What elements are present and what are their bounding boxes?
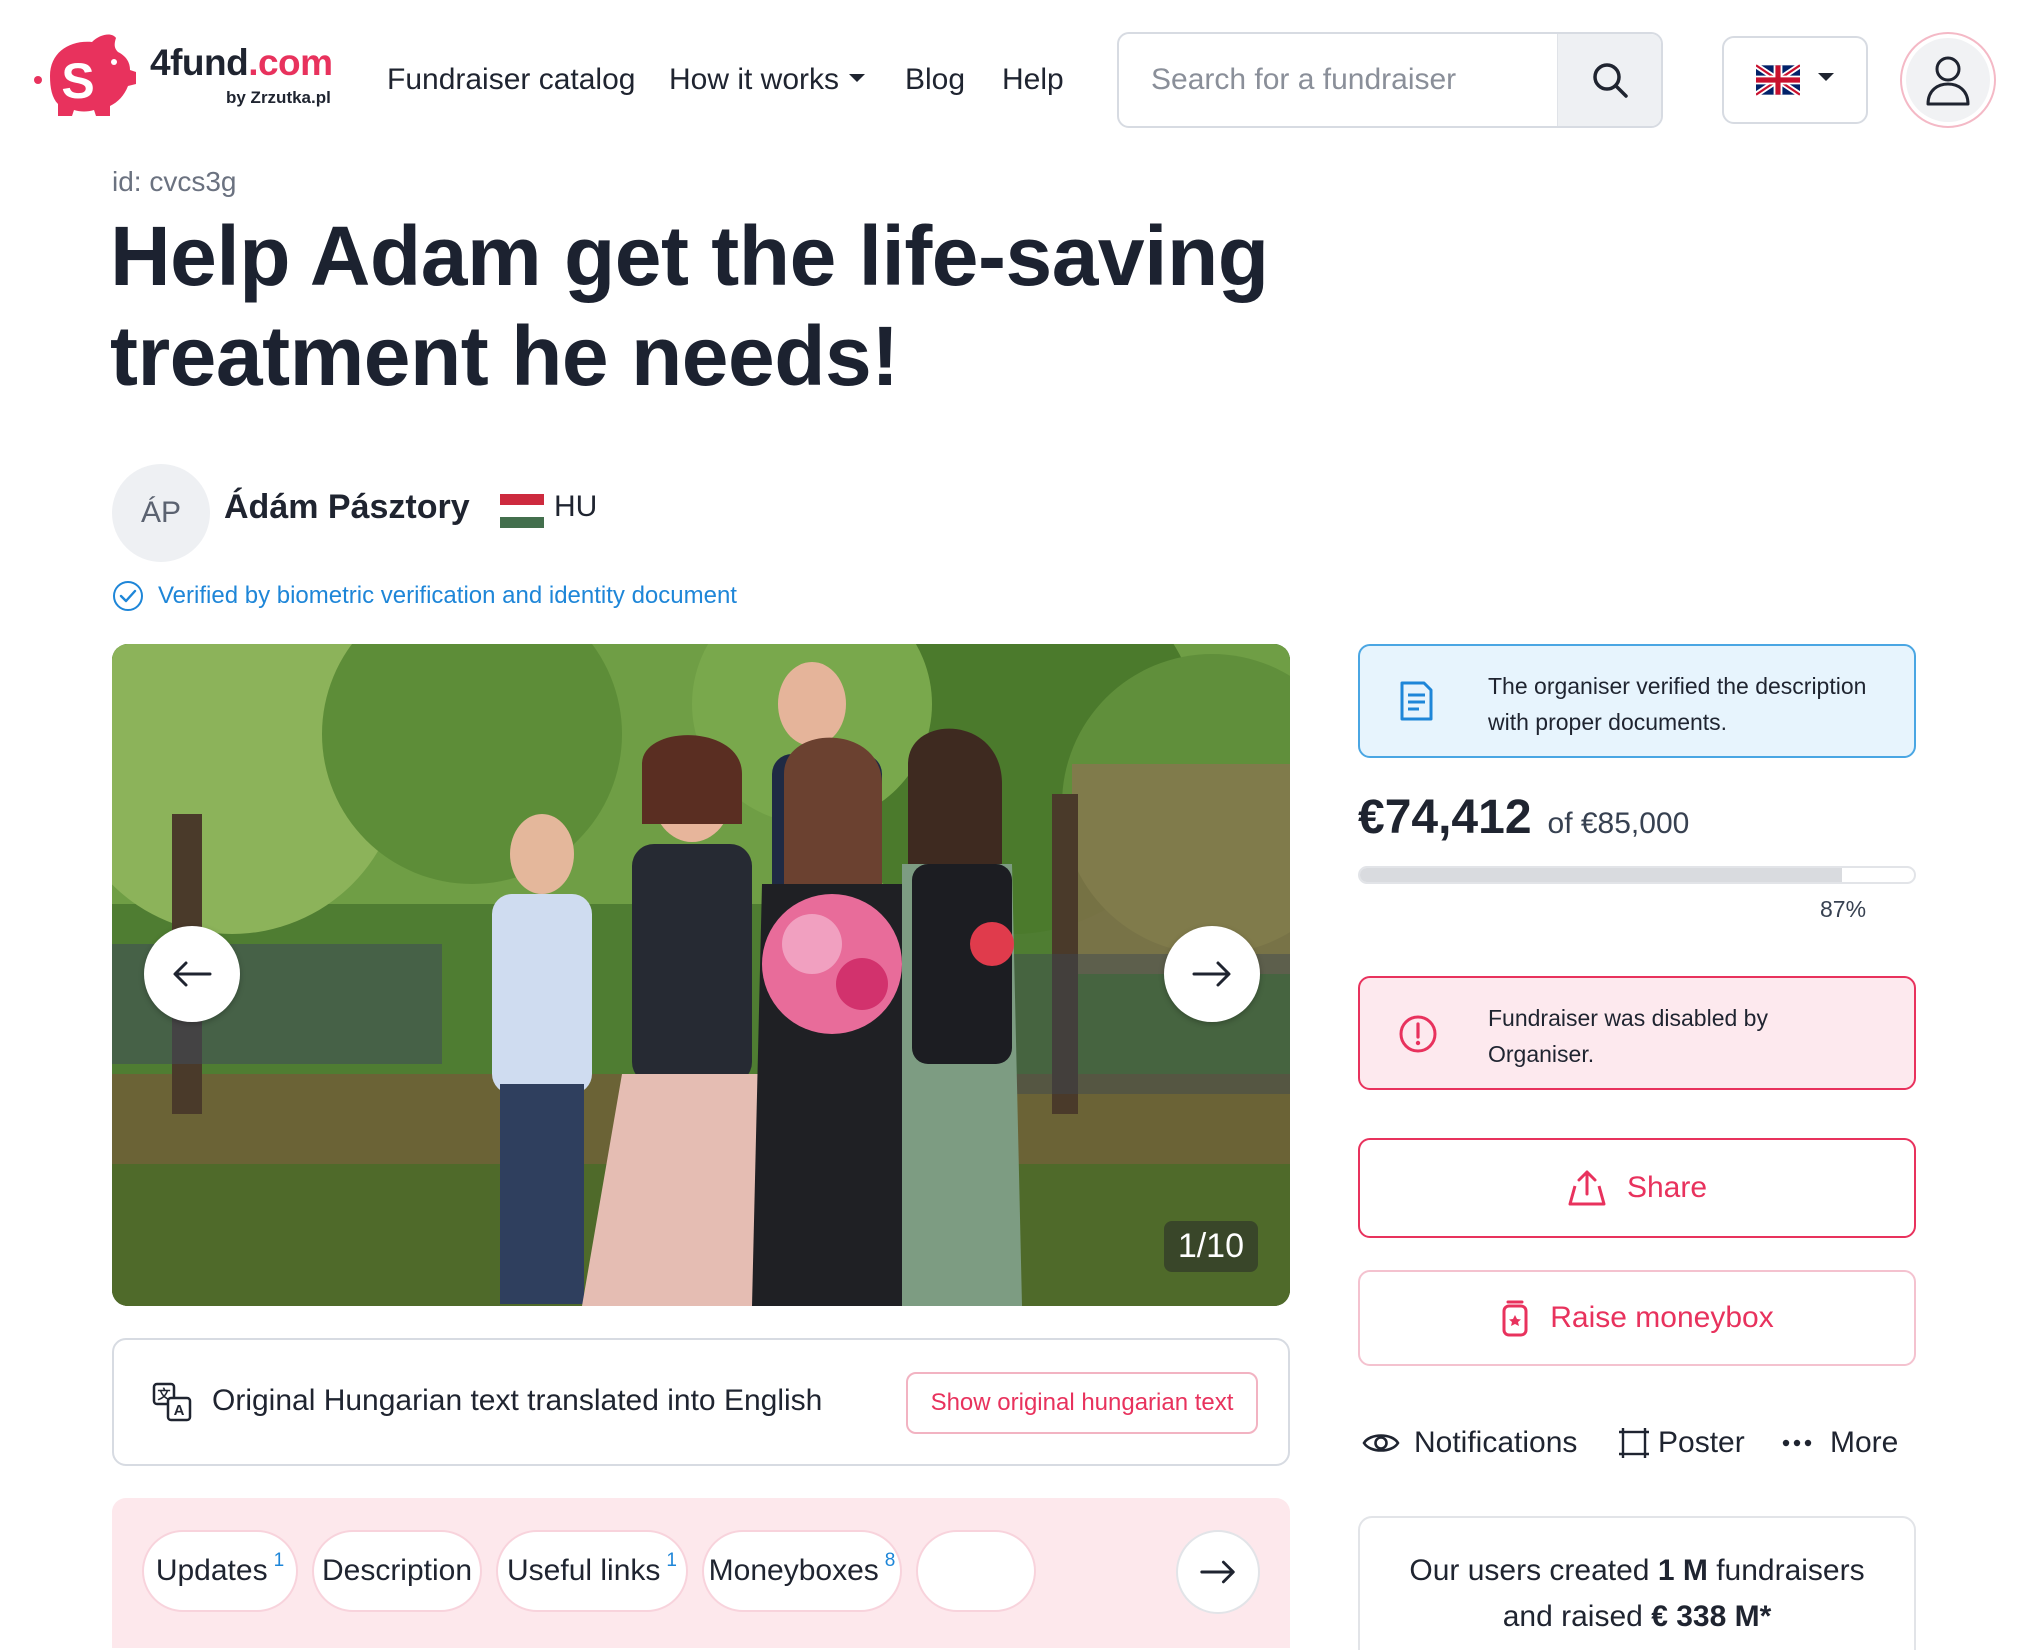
stats-line-2: and raised € 338 M* <box>1502 1600 1772 1633</box>
tab-moneyboxes[interactable]: Moneyboxes 8 <box>702 1530 902 1612</box>
check-circle-icon <box>113 581 143 611</box>
tab-count: 1 <box>666 1550 677 1571</box>
search-input[interactable] <box>1119 34 1559 126</box>
account-button[interactable] <box>1900 32 1996 128</box>
tab-updates[interactable]: Updates 1 <box>142 1530 298 1612</box>
site-header: S 4fund.com by Zrzutka.pl Fundraiser cat… <box>0 0 2018 160</box>
gallery-prev-button[interactable] <box>144 926 240 1022</box>
more-dots-icon <box>1782 1439 1812 1447</box>
moneybox-label: Raise moneybox <box>1550 1301 1774 1334</box>
gallery-next-button[interactable] <box>1164 926 1260 1022</box>
poster-label: Poster <box>1658 1426 1745 1459</box>
document-icon <box>1400 681 1433 721</box>
uk-flag-icon <box>1756 64 1800 96</box>
notifications-label: Notifications <box>1414 1426 1578 1459</box>
avatar[interactable]: ÁP <box>112 464 210 562</box>
show-original-button[interactable]: Show original hungarian text <box>906 1372 1258 1434</box>
user-icon <box>1926 56 1970 106</box>
search-icon <box>1592 63 1628 98</box>
tab-label: Useful links <box>507 1554 661 1587</box>
disabled-notice: Fundraiser was disabled by Organiser. <box>1358 976 1916 1090</box>
logo-link[interactable]: S 4fund.com by Zrzutka.pl <box>30 30 350 120</box>
verification-note: Verified by biometric verification and i… <box>112 578 737 614</box>
translation-bar: 文 A Original Hungarian text translated i… <box>112 1338 1290 1466</box>
poster-button[interactable]: Poster <box>1618 1418 1745 1468</box>
hungary-flag-icon <box>500 494 544 528</box>
tab-count: 8 <box>884 1550 896 1571</box>
raised-summary: €74,412 of €85,000 <box>1358 790 1689 850</box>
tab-useful-links[interactable]: Useful links 1 <box>496 1530 688 1612</box>
nav-blog[interactable]: Blog <box>905 58 965 102</box>
poster-icon <box>1619 1428 1649 1458</box>
secondary-actions: Notifications Poster More <box>1362 1418 1918 1468</box>
svg-text:A: A <box>174 1402 185 1419</box>
eye-icon <box>1362 1434 1400 1452</box>
documents-notice: The organiser verified the description w… <box>1358 644 1916 758</box>
moneybox-icon <box>1502 1300 1528 1337</box>
avatar-circle <box>1906 38 1990 122</box>
logo-byline: by Zrzutka.pl <box>226 88 331 107</box>
translation-text: Original Hungarian text translated into … <box>212 1384 823 1417</box>
tab-description[interactable]: Description <box>312 1530 482 1612</box>
tabs-next-button[interactable] <box>1176 1530 1260 1614</box>
search-button[interactable] <box>1557 34 1661 126</box>
tab-label: Updates <box>155 1554 268 1587</box>
nav-help[interactable]: Help <box>1002 58 1064 102</box>
goal-amount: of €85,000 <box>1547 807 1690 840</box>
platform-stats: Our users created 1 M fundraisers and ra… <box>1358 1516 1916 1650</box>
arrow-left-icon <box>173 961 212 987</box>
progress-fill <box>1360 868 1842 882</box>
progress-bar <box>1358 866 1916 884</box>
nav-how-it-works-label: How it works <box>669 63 840 96</box>
translate-icon: 文 A <box>152 1382 192 1422</box>
logo-wordmark: 4fund.com <box>150 42 333 83</box>
share-button[interactable]: Share <box>1358 1138 1916 1238</box>
fundraiser-photo <box>112 644 1290 1306</box>
nav-fundraiser-catalog[interactable]: Fundraiser catalog <box>387 58 635 102</box>
arrow-right-icon <box>1200 1560 1235 1584</box>
photo-gallery[interactable]: 1/10 <box>112 644 1290 1306</box>
alert-circle-icon <box>1399 1015 1437 1053</box>
stats-line-1: Our users created 1 M fundraisers <box>1409 1554 1865 1587</box>
page-title: Help Adam get the life-saving treatment … <box>110 209 1269 403</box>
chevron-down-icon <box>849 74 866 83</box>
more-button[interactable]: More <box>1782 1418 1898 1468</box>
disabled-notice-text: Fundraiser was disabled by Organiser. <box>1488 1005 1768 1067</box>
nav-how-it-works[interactable]: How it works <box>669 58 866 102</box>
language-selector[interactable] <box>1722 36 1868 124</box>
progress-percent: 87% <box>1820 896 1867 922</box>
gallery-counter: 1/10 <box>1163 1221 1258 1272</box>
tab-partial[interactable] <box>916 1530 1036 1612</box>
content-tabs: Updates 1 Description Useful links 1 Money… <box>112 1498 1290 1648</box>
raise-moneybox-button[interactable]: Raise moneybox <box>1358 1270 1916 1366</box>
verification-text: Verified by biometric verification and i… <box>158 582 737 609</box>
share-label: Share <box>1626 1171 1708 1204</box>
svg-text:S: S <box>61 53 94 109</box>
more-label: More <box>1830 1426 1899 1459</box>
piggy-bank-logo-icon: S <box>34 34 136 116</box>
organiser-country: HU <box>554 490 598 523</box>
share-icon <box>1568 1170 1606 1206</box>
tab-count: 1 <box>273 1550 285 1571</box>
tab-label: Description <box>321 1554 473 1587</box>
tab-label: Moneyboxes <box>708 1554 879 1587</box>
fundraiser-id: id: cvcs3g <box>112 166 237 197</box>
arrow-right-icon <box>1192 961 1231 987</box>
search-box <box>1117 32 1663 128</box>
chevron-down-icon <box>1818 73 1834 81</box>
organiser-name[interactable]: Ádám Pásztory <box>224 488 470 527</box>
raised-amount: €74,412 <box>1358 791 1532 844</box>
notifications-button[interactable]: Notifications <box>1362 1418 1577 1468</box>
documents-notice-text: The organiser verified the description w… <box>1488 673 1867 735</box>
